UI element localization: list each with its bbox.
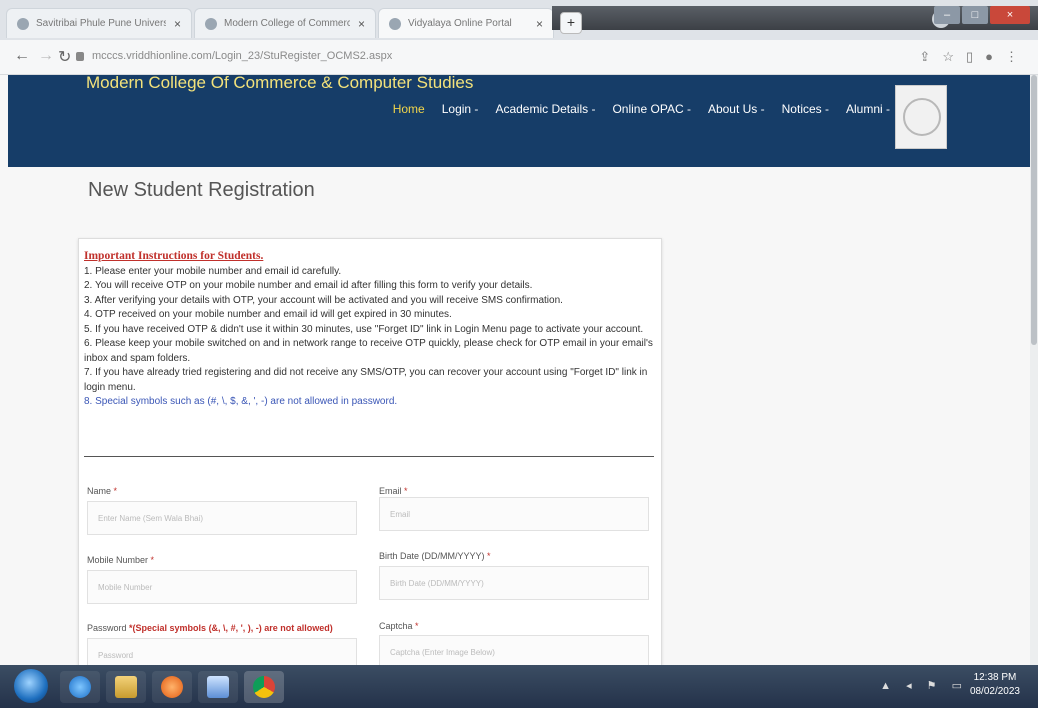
college-logo <box>895 85 947 149</box>
birth-date-field[interactable]: Birth Date (DD/MM/YYYY) <box>379 566 649 600</box>
password-field[interactable]: Password <box>87 638 357 665</box>
instructions-heading: Important Instructions for Students. <box>84 250 264 262</box>
nav-online-opac[interactable]: Online OPAC - <box>612 102 690 116</box>
instruction-item: 1. Please enter your mobile number and e… <box>84 265 342 277</box>
page-scrollbar[interactable] <box>1030 75 1038 665</box>
clock-time: 12:38 PM <box>973 672 1017 683</box>
nav-alumni[interactable]: Alumni - <box>846 102 890 116</box>
app-window-icon[interactable] <box>198 671 238 703</box>
instruction-item: 5. If you have received OTP & didn't use… <box>84 323 644 335</box>
windows-taskbar: ▲ ◂ ⚑ ▭ 12:38 PM 08/02/2023 <box>0 665 1038 708</box>
mobile-field[interactable]: Mobile Number <box>87 570 357 604</box>
site-header: Modern College Of Commerce & Computer St… <box>8 75 1030 167</box>
windows-start-icon[interactable] <box>14 669 48 703</box>
close-tab-icon[interactable]: × <box>536 17 543 31</box>
nav-notices[interactable]: Notices - <box>782 102 829 116</box>
back-arrow-icon[interactable]: ← <box>14 47 30 65</box>
reload-icon[interactable]: ↻ <box>58 47 71 67</box>
email-label: Email * <box>379 486 408 496</box>
url-input[interactable]: mcccs.vriddhionline.com/Login_23/StuRegi… <box>92 50 392 62</box>
browser-tab-portal[interactable]: Vidyalaya Online Portal × <box>378 8 554 38</box>
nav-about-us[interactable]: About Us - <box>708 102 765 116</box>
address-bar: ← → ↻ mcccs.vriddhionline.com/Login_23/S… <box>0 40 1038 75</box>
browser-tab-modern-college[interactable]: Modern College of Commerce × <box>194 8 376 38</box>
window-controls: – □ × <box>934 6 1030 24</box>
instruction-item: 2. You will receive OTP on your mobile n… <box>84 280 533 291</box>
clock-date: 08/02/2023 <box>969 686 1020 697</box>
internet-explorer-icon[interactable] <box>60 671 100 703</box>
instruction-item: 4. OTP received on your mobile number an… <box>84 309 452 320</box>
file-explorer-icon[interactable] <box>106 671 146 703</box>
instruction-item: 3. After verifying your details with OTP… <box>84 294 563 306</box>
close-tab-icon[interactable]: × <box>358 17 365 31</box>
mobile-label: Mobile Number * <box>87 555 155 565</box>
email-field[interactable]: Email <box>379 497 649 531</box>
university-favicon-icon <box>17 17 29 30</box>
close-tab-icon[interactable]: × <box>174 17 181 31</box>
captcha-label: Captcha * <box>379 621 419 631</box>
name-label: Name * <box>87 486 118 496</box>
profile-icon[interactable]: ● <box>985 49 993 65</box>
registration-card: Important Instructions for Students. 1. … <box>78 238 662 665</box>
browser-tab-sppu[interactable]: Savitribai Phule Pune University × <box>6 8 192 38</box>
page-title: New Student Registration <box>88 179 315 201</box>
forward-arrow-icon[interactable]: → <box>38 47 54 65</box>
lock-icon <box>76 52 84 61</box>
maximize-icon[interactable]: □ <box>962 6 988 24</box>
close-window-icon[interactable]: × <box>990 6 1030 24</box>
toolbar-icons: ⇪ ☆ ▯ ● ⋮ <box>919 49 1018 65</box>
site-brand[interactable]: Modern College Of Commerce & Computer St… <box>86 75 473 93</box>
tab-title: Savitribai Phule Pune University <box>36 18 166 29</box>
taskbar-clock[interactable]: 12:38 PM 08/02/2023 <box>970 671 1020 699</box>
tab-title: Vidyalaya Online Portal <box>408 18 512 29</box>
nav-academic-details[interactable]: Academic Details - <box>495 102 595 116</box>
name-field[interactable]: Enter Name (Sem Wala Bhai) <box>87 501 357 535</box>
sidepanel-icon[interactable]: ▯ <box>966 49 973 65</box>
college-seal-icon <box>903 98 941 136</box>
nav-home[interactable]: Home <box>393 102 425 116</box>
main-nav: Home Login - Academic Details - Online O… <box>393 102 890 116</box>
divider <box>84 456 654 457</box>
instruction-item: 6. Please keep your mobile switched on a… <box>84 338 653 364</box>
system-tray-icons[interactable]: ▲ ◂ ⚑ ▭ <box>880 679 968 692</box>
new-tab-button[interactable]: + <box>560 12 582 34</box>
bookmark-star-icon[interactable]: ☆ <box>942 49 954 65</box>
share-icon[interactable]: ⇪ <box>919 49 930 65</box>
password-label: Password *(Special symbols (&, \, #, ', … <box>87 623 333 633</box>
birth-date-label: Birth Date (DD/MM/YYYY) * <box>379 551 491 561</box>
nav-login[interactable]: Login - <box>442 102 479 116</box>
chrome-icon[interactable] <box>244 671 284 703</box>
media-player-icon[interactable] <box>152 671 192 703</box>
menu-dots-icon[interactable]: ⋮ <box>1005 49 1018 65</box>
minimize-icon[interactable]: – <box>934 6 960 24</box>
scrollbar-thumb[interactable] <box>1031 75 1037 345</box>
browser-tab-strip: Savitribai Phule Pune University × Moder… <box>0 0 1038 40</box>
instruction-item: 8. Special symbols such as (#, \, $, &, … <box>84 396 398 407</box>
instructions-block: Important Instructions for Students. 1. … <box>84 249 654 410</box>
web-page: Modern College Of Commerce & Computer St… <box>0 75 1030 665</box>
captcha-field[interactable]: Captcha (Enter Image Below) <box>379 635 649 665</box>
globe-favicon-icon <box>205 17 217 30</box>
globe-favicon-icon <box>389 17 401 30</box>
instruction-item: 7. If you have already tried registering… <box>84 367 648 393</box>
tab-title: Modern College of Commerce <box>224 18 350 29</box>
